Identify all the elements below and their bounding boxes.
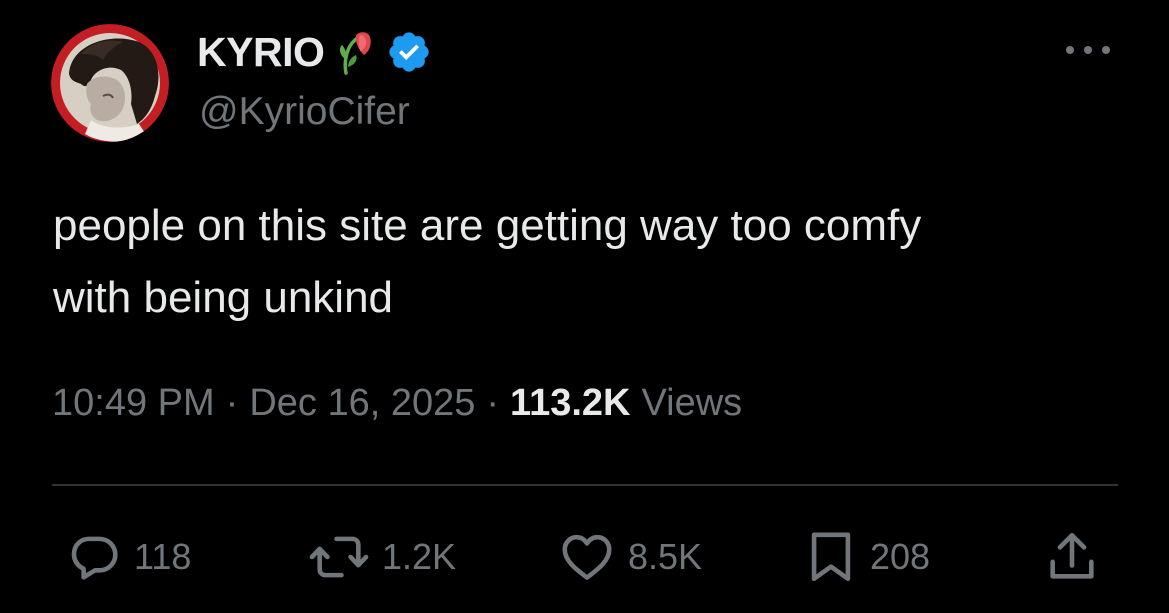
reply-count: 118 <box>134 536 192 577</box>
more-horizontal-icon[interactable] <box>1062 38 1114 62</box>
views-label[interactable]: Views <box>641 382 742 425</box>
display-name[interactable]: KYRIO <box>197 29 325 76</box>
repost-count: 1.2K <box>382 536 457 577</box>
tweet-text-line-1: people on this site are getting way too … <box>53 201 922 250</box>
heart-icon <box>562 534 612 580</box>
tweet-date[interactable]: Dec 16, 2025 <box>249 382 475 425</box>
tweet-text: people on this site are getting way too … <box>53 190 1133 334</box>
repost-button[interactable]: 1.2K <box>306 528 456 586</box>
bookmark-button[interactable]: 208 <box>802 528 930 586</box>
verified-badge-icon[interactable] <box>386 29 432 75</box>
reply-button[interactable]: 118 <box>66 528 191 586</box>
tweet-time[interactable]: 10:49 PM <box>52 382 215 425</box>
share-button[interactable] <box>1042 528 1102 586</box>
like-button[interactable]: 8.5K <box>556 528 702 586</box>
views-count[interactable]: 113.2K <box>510 382 630 425</box>
display-name-row: KYRIO <box>197 26 432 78</box>
repost-icon <box>309 536 369 578</box>
tweet-meta: 10:49 PM · Dec 16, 2025 · 113.2K Views <box>52 382 742 425</box>
reply-icon <box>71 536 118 580</box>
tweet: KYRIO @KyrioCifer people on this site ar… <box>0 0 1169 613</box>
divider <box>52 484 1118 486</box>
author-handle[interactable]: @KyrioCifer <box>199 90 410 134</box>
wilted-flower-emoji-icon <box>340 32 372 75</box>
avatar[interactable] <box>51 24 169 142</box>
meta-separator: · <box>486 382 500 424</box>
bookmark-count: 208 <box>870 536 931 577</box>
share-icon <box>1050 532 1094 579</box>
like-count: 8.5K <box>628 536 703 577</box>
bookmark-icon <box>811 532 851 582</box>
tweet-text-line-2: with being unkind <box>53 273 394 322</box>
meta-separator: · <box>225 382 239 424</box>
